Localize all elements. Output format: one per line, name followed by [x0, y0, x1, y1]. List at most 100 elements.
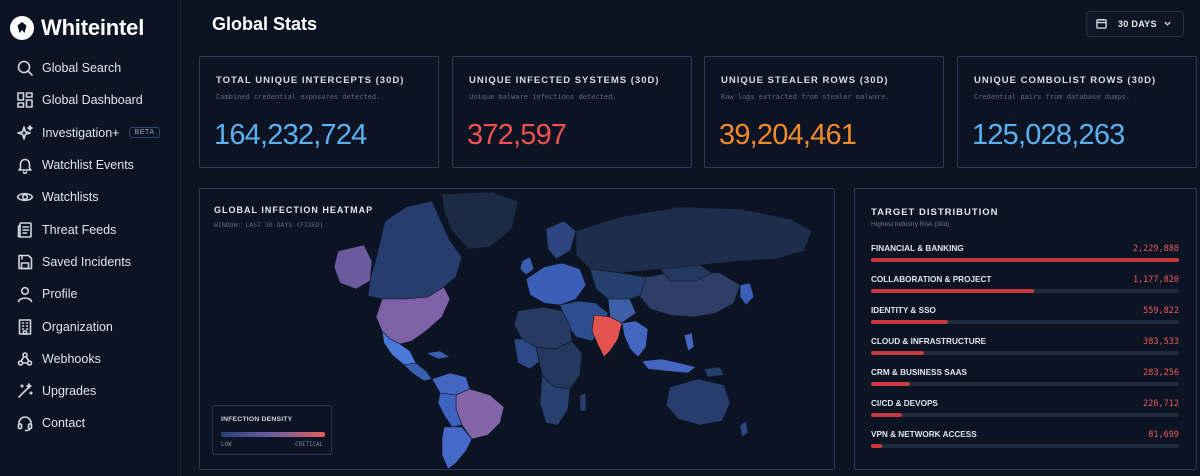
sidebar-item-label: Global Search: [42, 61, 122, 76]
target-row-name: CI/CD & DEVOPS: [871, 399, 938, 408]
target-row-name: IDENTITY & SSO: [871, 306, 936, 315]
brand-logo-icon: [10, 16, 34, 40]
sparkle-icon: [16, 124, 34, 142]
headset-icon: [16, 414, 34, 432]
target-row-bar: [871, 444, 883, 448]
sidebar-item-label: Threat Feeds: [42, 222, 117, 237]
map-region-europe: [525, 262, 587, 306]
map-region-scandinavia: [545, 220, 577, 260]
card-subtitle: Combined credential exposures detected.: [216, 93, 381, 101]
stat-card-combolist-rows: UNIQUE COMBOLIST ROWS (30D) Credential p…: [957, 56, 1197, 168]
card-title: UNIQUE COMBOLIST ROWS (30D): [974, 75, 1157, 86]
eye-icon: [16, 188, 34, 206]
target-row-cicd[interactable]: CI/CD & DEVOPS 226,712: [871, 399, 1179, 423]
target-row-name: CLOUD & INFRASTRUCTURE: [871, 337, 987, 346]
map-region-greenland: [441, 191, 519, 250]
target-row-financial[interactable]: FINANCIAL & BANKING 2,229,880: [871, 244, 1179, 268]
sidebar-item-upgrades[interactable]: Upgrades: [0, 375, 180, 407]
map-region-central-asia: [589, 268, 649, 300]
target-row-vpn[interactable]: VPN & NETWORK ACCESS 81,699: [871, 430, 1179, 454]
sidebar-item-watchlists[interactable]: Watchlists: [0, 181, 180, 213]
target-row-value: 383,533: [1143, 337, 1179, 347]
sidebar-item-organization[interactable]: Organization: [0, 310, 180, 342]
dashboard-icon: [16, 91, 34, 109]
target-row-name: FINANCIAL & BANKING: [871, 244, 964, 253]
heatmap-title: GLOBAL INFECTION HEATMAP: [214, 205, 374, 215]
sidebar-item-threat-feeds[interactable]: Threat Feeds: [0, 213, 180, 245]
target-row-bar: [871, 382, 911, 386]
brand[interactable]: Whiteintel: [10, 13, 144, 43]
sidebar-item-watchlist-events[interactable]: Watchlist Events: [0, 149, 180, 181]
sidebar-item-investigation[interactable]: Investigation+ BETA: [0, 117, 180, 149]
sidebar-item-label: Upgrades: [42, 384, 97, 399]
map-region-madagascar: [579, 392, 587, 412]
sidebar-item-global-search[interactable]: Global Search: [0, 52, 180, 84]
sidebar-item-label: Webhooks: [42, 351, 101, 366]
brand-name: Whiteintel: [41, 15, 145, 40]
target-row-bar: [871, 258, 1179, 262]
card-title: TOTAL UNIQUE INTERCEPTS (30D): [216, 75, 405, 86]
card-subtitle: Unique malware infections detected.: [469, 93, 617, 101]
map-region-philippines: [683, 332, 695, 352]
target-row-track: [871, 382, 1179, 386]
legend-critical-label: CRITICAL: [295, 442, 323, 448]
target-row-crm[interactable]: CRM & BUSINESS SAAS 283,256: [871, 368, 1179, 392]
target-row-collaboration[interactable]: COLLABORATION & PROJECT 1,177,820: [871, 275, 1179, 299]
sidebar-item-global-dashboard[interactable]: Global Dashboard: [0, 84, 180, 116]
feed-icon: [16, 221, 34, 239]
map-region-southeast-asia: [621, 320, 649, 358]
target-row-name: CRM & BUSINESS SAAS: [871, 368, 967, 377]
sidebar-item-webhooks[interactable]: Webhooks: [0, 343, 180, 375]
target-row-bar: [871, 413, 903, 417]
sidebar-item-label: Profile: [42, 287, 78, 302]
date-range-dropdown[interactable]: 30 DAYS: [1086, 11, 1184, 37]
bell-icon: [16, 156, 34, 175]
chevron-down-icon: [1163, 19, 1172, 30]
target-distribution-panel: TARGET DISTRIBUTION Highest Industry Ris…: [854, 188, 1197, 470]
sidebar: Whiteintel Global Search Global Dashboar…: [0, 0, 181, 476]
map-region-central-america: [403, 362, 433, 382]
card-title: UNIQUE STEALER ROWS (30D): [721, 75, 889, 86]
sidebar-item-label: Saved Incidents: [42, 254, 131, 269]
search-icon: [16, 59, 34, 77]
target-row-value: 1,177,820: [1132, 275, 1179, 285]
card-value: 125,028,263: [972, 119, 1125, 151]
sidebar-item-label: Watchlist Events: [42, 158, 134, 173]
target-subtitle: Highest Industry Risk (30d): [871, 221, 950, 228]
card-subtitle: Raw logs extracted from stealer malware.: [721, 93, 890, 101]
map-region-southern-cone: [441, 426, 473, 469]
target-row-track: [871, 413, 1179, 417]
heatmap-subtitle: WINDOW: LAST 30 DAYS (FIXED): [214, 221, 324, 229]
sidebar-item-label: Watchlists: [42, 190, 99, 205]
sidebar-item-profile[interactable]: Profile: [0, 278, 180, 310]
sidebar-item-contact[interactable]: Contact: [0, 407, 180, 439]
sidebar-item-label: Organization: [42, 319, 113, 334]
sidebar-item-saved-incidents[interactable]: Saved Incidents: [0, 246, 180, 278]
target-row-identity[interactable]: IDENTITY & SSO 559,822: [871, 306, 1179, 330]
save-icon: [16, 253, 34, 271]
legend-title: INFECTION DENSITY: [221, 416, 293, 423]
sidebar-item-label: Contact: [42, 416, 86, 431]
user-icon: [16, 285, 34, 303]
date-range-label: 30 DAYS: [1118, 19, 1157, 29]
card-title: UNIQUE INFECTED SYSTEMS (30D): [469, 75, 660, 86]
target-row-value: 559,822: [1143, 306, 1179, 316]
map-region-caribbean: [425, 350, 451, 360]
card-value: 372,597: [467, 119, 567, 151]
map-region-indonesia: [641, 358, 697, 374]
stat-card-infected-systems: UNIQUE INFECTED SYSTEMS (30D) Unique mal…: [452, 56, 692, 168]
sidebar-nav: Global Search Global Dashboard Investiga…: [0, 52, 180, 440]
map-region-papua: [703, 366, 725, 378]
map-region-japan: [739, 282, 755, 306]
beta-badge: BETA: [129, 127, 160, 139]
target-row-value: 81,699: [1148, 430, 1179, 440]
webhook-icon: [16, 350, 34, 368]
target-row-cloud[interactable]: CLOUD & INFRASTRUCTURE 383,533: [871, 337, 1179, 361]
infection-density-legend: INFECTION DENSITY LOW CRITICAL: [212, 405, 332, 455]
map-region-india: [591, 314, 623, 358]
target-row-value: 226,712: [1143, 399, 1179, 409]
target-row-track: [871, 444, 1179, 448]
target-row-bar: [871, 320, 949, 324]
sidebar-item-label: Investigation+: [42, 125, 120, 140]
legend-low-label: LOW: [221, 442, 232, 448]
